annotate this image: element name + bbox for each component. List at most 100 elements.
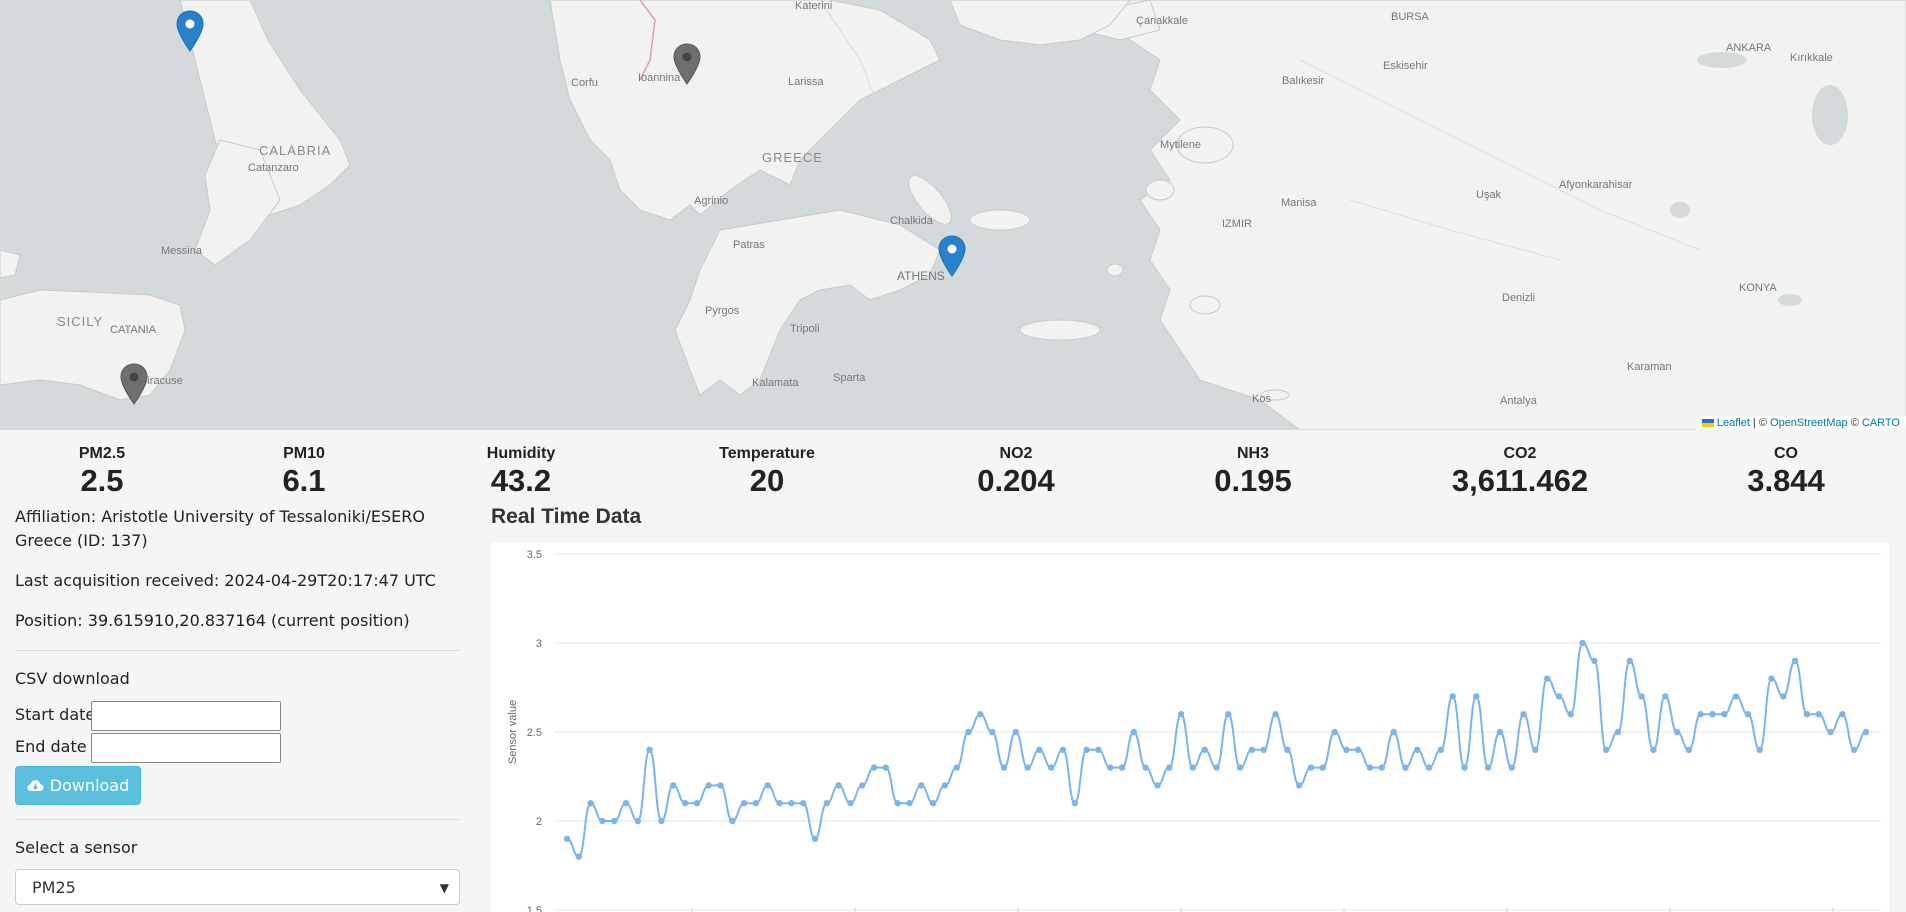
data-point — [575, 853, 583, 860]
data-point — [1189, 764, 1197, 771]
map-label-city: Sparta — [833, 372, 866, 384]
data-point — [670, 782, 677, 789]
data-point — [1850, 746, 1858, 753]
data-point — [1355, 746, 1362, 753]
data-point — [1673, 728, 1681, 736]
data-point — [941, 782, 949, 789]
metric-no2: NO2 0.204 — [977, 445, 1055, 499]
y-tick-label: 2 — [536, 816, 542, 828]
openstreetmap-link[interactable]: OpenStreetMap — [1770, 417, 1848, 429]
metric-value: 6.1 — [282, 463, 326, 498]
start-date-input[interactable] — [91, 701, 281, 731]
data-point — [1709, 711, 1716, 718]
data-point — [847, 800, 854, 807]
data-point — [717, 782, 724, 789]
map-label-city: Tripoli — [790, 323, 820, 335]
data-point — [1862, 728, 1870, 736]
map-label-city: BURSA — [1391, 11, 1429, 23]
carto-link[interactable]: CARTO — [1862, 417, 1900, 429]
y-tick-label: 3 — [536, 638, 542, 650]
data-point — [1638, 693, 1645, 700]
data-point — [1012, 728, 1019, 736]
data-point — [1107, 764, 1114, 771]
line-chart: 1.5 2 2.5 3 3.5 Sensor value — [507, 549, 1881, 912]
chart-title: Real Time Data — [491, 505, 642, 528]
y-axis-label: Sensor value — [507, 700, 519, 764]
data-point — [1473, 693, 1480, 700]
data-point — [1591, 657, 1598, 664]
data-point — [1650, 746, 1657, 753]
map-basemap — [0, 0, 1906, 430]
data-point — [1721, 711, 1728, 718]
data-point — [611, 817, 618, 825]
data-point — [1437, 746, 1445, 753]
map-marker[interactable] — [120, 363, 148, 405]
data-point — [1685, 746, 1693, 753]
data-point — [1414, 746, 1421, 753]
data-point — [835, 782, 842, 789]
data-point — [752, 800, 760, 807]
affiliation-text: Affiliation: Aristotle University of Tes… — [15, 507, 425, 550]
map-label-city: Agrinio — [694, 195, 729, 207]
map-label-city: KONYA — [1739, 282, 1777, 294]
attribution-separator: | © — [1749, 417, 1771, 429]
csv-download-heading: CSV download — [15, 669, 130, 688]
leaflet-link[interactable]: Leaflet — [1717, 417, 1750, 429]
metric-label: Temperature — [719, 445, 815, 462]
data-point — [1059, 746, 1067, 753]
data-point — [1319, 764, 1326, 771]
end-date-input[interactable] — [91, 733, 281, 763]
sensor-select[interactable]: PM25 ▼ — [15, 869, 460, 905]
data-point — [1780, 693, 1787, 700]
data-point — [1791, 657, 1799, 664]
map-label-city: Manisa — [1281, 197, 1317, 209]
map-marker[interactable] — [176, 10, 204, 52]
metric-label: NH3 — [1236, 445, 1270, 462]
data-point — [799, 800, 807, 807]
data-point — [1839, 711, 1846, 718]
metric-label: NO2 — [999, 445, 1033, 462]
data-point — [1201, 746, 1208, 753]
data-point — [729, 817, 736, 825]
data-point — [622, 800, 630, 807]
data-point — [1343, 746, 1350, 753]
data-point — [658, 817, 665, 825]
download-button-label: Download — [49, 776, 130, 795]
metric-label: PM2.5 — [78, 445, 126, 462]
data-point — [1543, 675, 1551, 682]
data-point — [1449, 693, 1456, 700]
metric-value: 43.2 — [490, 463, 552, 498]
data-point — [705, 782, 712, 789]
metric-co: CO 3.844 — [1747, 445, 1825, 499]
metric-value: 0.195 — [1214, 463, 1292, 498]
map-label-city: CATANIA — [110, 324, 157, 336]
data-point — [1154, 782, 1161, 789]
map[interactable]: Katerini Çanakkale BURSA Corfu Ioannina … — [0, 0, 1906, 430]
data-point — [894, 800, 901, 807]
map-pin-icon — [120, 363, 148, 405]
data-point — [1307, 764, 1315, 771]
metric-value: 3,611.462 — [1451, 463, 1589, 498]
map-marker[interactable] — [938, 235, 966, 277]
map-label-city: Patras — [733, 239, 765, 251]
map-label-city: Larissa — [788, 76, 824, 88]
data-point — [646, 746, 653, 753]
data-point — [1177, 711, 1185, 718]
series-line — [566, 641, 1867, 858]
data-point — [1366, 764, 1374, 771]
map-label-city: Kırıkkale — [1790, 52, 1833, 64]
data-point — [1390, 728, 1397, 736]
map-pin-icon — [938, 235, 966, 277]
metric-pm10: PM10 6.1 — [282, 445, 325, 499]
map-label-city: Pyrgos — [705, 305, 740, 317]
map-label-region: CALABRIA — [259, 143, 332, 158]
data-point — [1095, 746, 1102, 753]
map-label-city: Kos — [1252, 393, 1271, 405]
data-point — [1697, 711, 1704, 718]
start-date-label: Start date — [15, 705, 96, 724]
download-button[interactable]: Download — [15, 766, 141, 805]
map-marker[interactable] — [673, 43, 701, 85]
map-label-city: Afyonkarahisar — [1559, 179, 1633, 191]
data-point — [1662, 693, 1669, 700]
data-point — [1000, 764, 1008, 771]
